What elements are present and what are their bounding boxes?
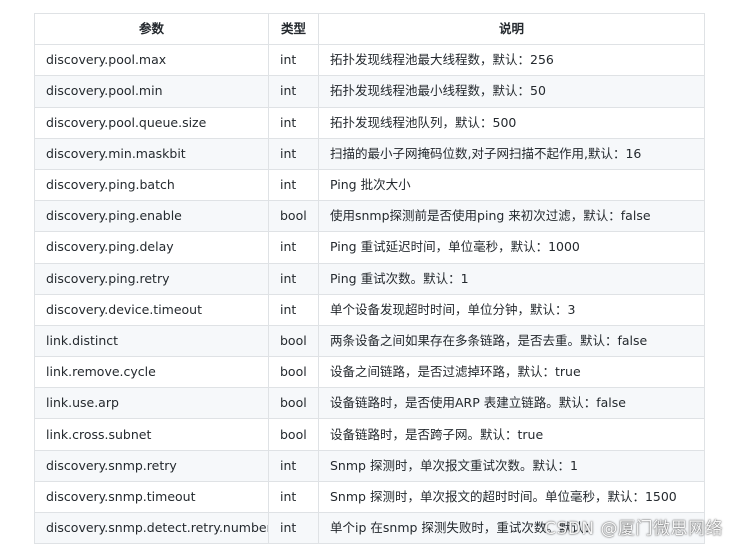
table-row: link.distinct bool 两条设备之间如果存在多条链路，是否去重。默认：… (34, 324, 705, 358)
param-name-cell: discovery.device.timeout (34, 293, 269, 326)
param-type-cell: int (268, 511, 319, 545)
param-name-cell: discovery.pool.max (34, 44, 269, 77)
table-row: discovery.min.maskbit int 扫描的最小子网掩码位数,对子网扫… (34, 137, 705, 170)
param-name-cell: link.cross.subnet (34, 418, 269, 451)
param-type-cell: bool (268, 418, 319, 451)
param-name-cell: discovery.snmp.retry (34, 449, 269, 482)
param-name-cell: discovery.ping.batch (34, 168, 269, 202)
param-type-cell: int (268, 137, 319, 170)
header-type: 类型 (268, 12, 319, 46)
param-type-cell: int (268, 168, 319, 202)
csdn-watermark: CSDN @厦门微思网络 (544, 519, 723, 539)
param-description-cell: 单个设备发现超时时间，单位分钟，默认：3 (318, 293, 705, 326)
param-description-cell: 两条设备之间如果存在多条链路，是否去重。默认：false (318, 324, 705, 358)
param-name-cell: discovery.ping.delay (34, 231, 269, 264)
param-name-cell: discovery.pool.min (34, 75, 269, 108)
param-name-cell: discovery.snmp.detect.retry.number (34, 511, 269, 545)
param-description-cell: Snmp 探测时，单次报文重试次数。默认：1 (318, 449, 705, 482)
table-row: discovery.pool.max int 拓扑发现线程池最大线程数，默认：256 (34, 44, 705, 77)
param-type-cell: bool (268, 356, 319, 389)
table-row: link.use.arp bool 设备链路时，是否使用ARP 表建立链路。默认：f… (34, 387, 705, 420)
table-row: link.remove.cycle bool 设备之间链路，是否过滤掉环路，默认：t… (34, 356, 705, 389)
param-name-cell: discovery.ping.retry (34, 262, 269, 295)
param-description-cell: 拓扑发现线程池队列，默认：500 (318, 106, 705, 139)
param-description-cell: 设备链路时，是否跨子网。默认：true (318, 418, 705, 451)
table-row: discovery.pool.queue.size int 拓扑发现线程池队列，默认… (34, 106, 705, 139)
param-type-cell: bool (268, 324, 319, 358)
param-name-cell: link.use.arp (34, 387, 269, 420)
param-name-cell: link.distinct (34, 324, 269, 358)
param-type-cell: int (268, 231, 319, 264)
param-description-cell: 使用snmp探测前是否使用ping 来初次过滤，默认：false (318, 200, 705, 233)
table-row: discovery.snmp.retry int Snmp 探测时，单次报文重试次数… (34, 449, 705, 482)
table-row: discovery.ping.delay int Ping 重试延迟时间，单位毫秒，… (34, 231, 705, 264)
param-description-cell: 扫描的最小子网掩码位数,对子网扫描不起作用,默认：16 (318, 137, 705, 170)
param-type-cell: int (268, 262, 319, 295)
param-name-cell: discovery.ping.enable (34, 200, 269, 233)
table-row: discovery.ping.batch int Ping 批次大小 (34, 168, 705, 202)
param-description-cell: 设备链路时，是否使用ARP 表建立链路。默认：false (318, 387, 705, 420)
param-type-cell: int (268, 44, 319, 77)
param-description-cell: Ping 重试次数。默认：1 (318, 262, 705, 295)
param-type-cell: int (268, 449, 319, 482)
param-name-cell: discovery.pool.queue.size (34, 106, 269, 139)
table-row: link.cross.subnet bool 设备链路时，是否跨子网。默认：true (34, 418, 705, 451)
param-description-cell: 拓扑发现线程池最小线程数，默认：50 (318, 75, 705, 108)
table-header-row: 参数 类型 说明 (34, 12, 705, 46)
param-description-cell: Ping 批次大小 (318, 168, 705, 202)
param-description-cell: Snmp 探测时，单次报文的超时时间。单位毫秒，默认：1500 (318, 480, 705, 514)
param-description-cell: 拓扑发现线程池最大线程数，默认：256 (318, 44, 705, 77)
param-name-cell: link.remove.cycle (34, 356, 269, 389)
param-name-cell: discovery.snmp.timeout (34, 480, 269, 514)
header-description: 说明 (318, 12, 705, 46)
param-name-cell: discovery.min.maskbit (34, 137, 269, 170)
param-type-cell: int (268, 293, 319, 326)
table-row: discovery.snmp.timeout int Snmp 探测时，单次报文的超… (34, 480, 705, 514)
table-row: discovery.pool.min int 拓扑发现线程池最小线程数，默认：50 (34, 75, 705, 108)
table-row: discovery.ping.enable bool 使用snmp探测前是否使用pi… (34, 200, 705, 233)
page: 参数 类型 说明 discovery.pool.max int 拓扑发现线程池最大线… (0, 0, 739, 545)
table-row: discovery.device.timeout int 单个设备发现超时时间，单位… (34, 293, 705, 326)
param-type-cell: int (268, 106, 319, 139)
param-type-cell: bool (268, 200, 319, 233)
param-description-cell: 设备之间链路，是否过滤掉环路，默认：true (318, 356, 705, 389)
param-description-cell: Ping 重试延迟时间，单位毫秒，默认：1000 (318, 231, 705, 264)
param-type-cell: int (268, 480, 319, 514)
param-type-cell: bool (268, 387, 319, 420)
param-type-cell: int (268, 75, 319, 108)
config-params-table: 参数 类型 说明 discovery.pool.max int 拓扑发现线程池最大线… (34, 12, 705, 545)
header-param: 参数 (34, 12, 269, 46)
table-row: discovery.ping.retry int Ping 重试次数。默认：1 (34, 262, 705, 295)
